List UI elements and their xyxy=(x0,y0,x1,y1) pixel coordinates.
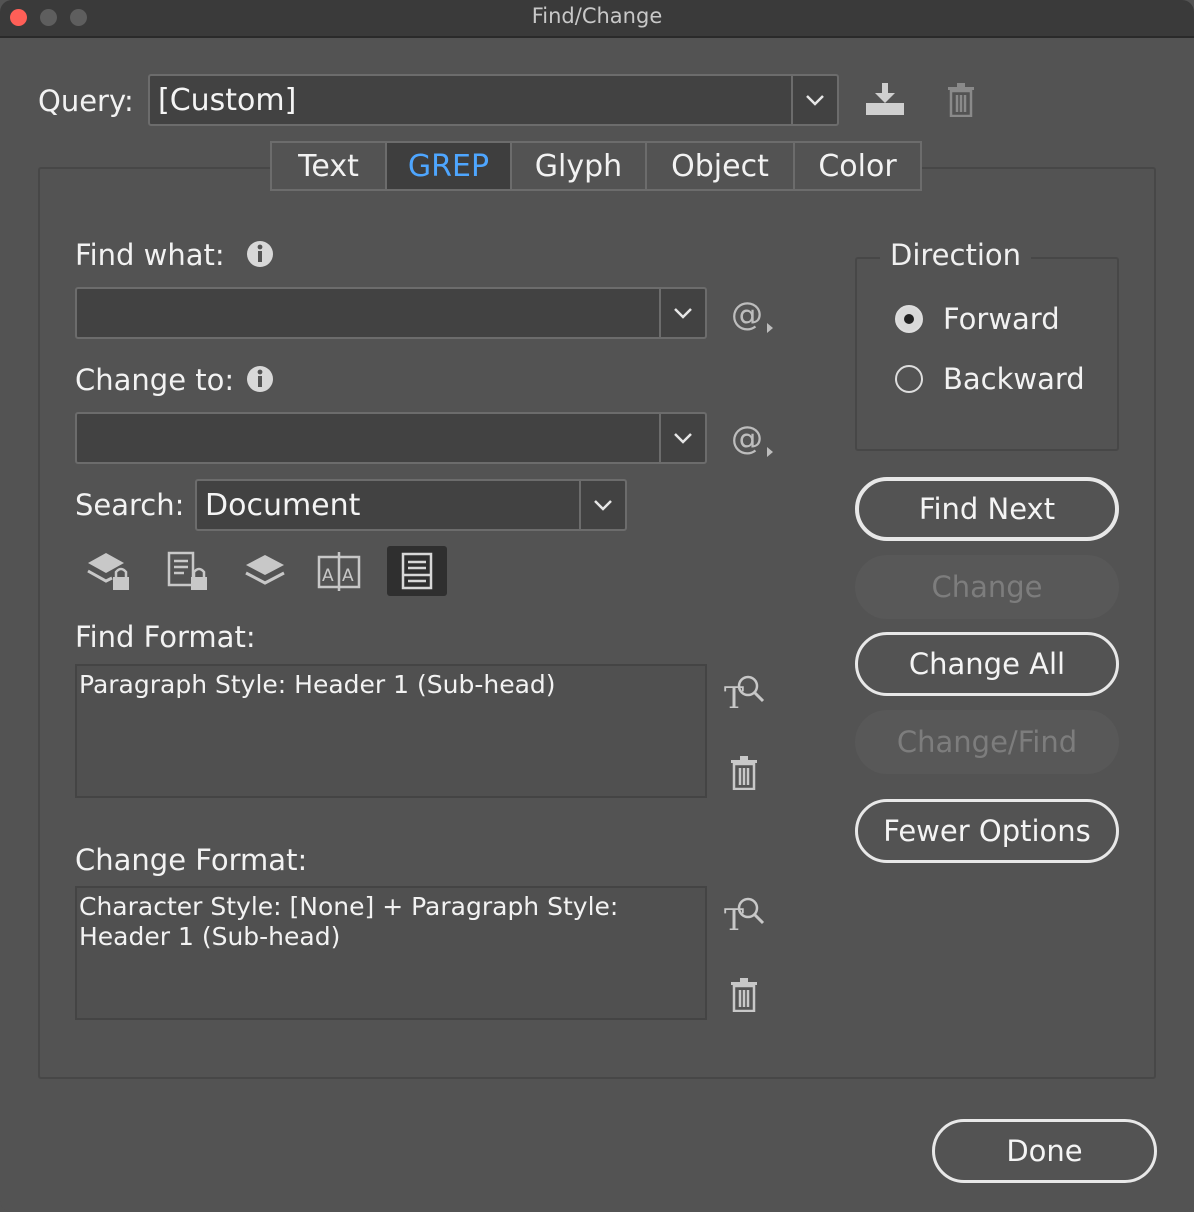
tab-glyph[interactable]: Glyph xyxy=(512,143,647,189)
find-what-label: Find what: xyxy=(75,238,225,272)
info-icon[interactable] xyxy=(244,238,276,270)
locked-stories-icon[interactable] xyxy=(162,547,212,595)
change-format-line-1: Character Style: [None] + Paragraph Styl… xyxy=(79,892,619,921)
forward-radio[interactable] xyxy=(895,305,923,333)
footnotes-icon[interactable] xyxy=(387,546,447,596)
forward-label[interactable]: Forward xyxy=(943,302,1060,336)
change-format-line-2: Header 1 (Sub-head) xyxy=(79,922,341,951)
backward-radio[interactable] xyxy=(895,365,923,393)
tab-grep[interactable]: GREP xyxy=(387,143,512,189)
master-pages-icon[interactable]: A A xyxy=(314,547,364,595)
hidden-layers-icon[interactable] xyxy=(240,547,290,595)
fewer-options-button[interactable]: Fewer Options xyxy=(855,799,1119,863)
done-button[interactable]: Done xyxy=(932,1119,1157,1183)
search-label: Search: xyxy=(75,488,185,522)
mode-tabs: Text GREP Glyph Object Color xyxy=(270,141,922,191)
query-value: [Custom] xyxy=(158,82,297,118)
tab-object[interactable]: Object xyxy=(647,143,795,189)
chevron-down-icon[interactable] xyxy=(659,289,705,337)
window-title: Find/Change xyxy=(531,4,663,28)
change-to-label: Change to: xyxy=(75,363,235,397)
search-value: Document xyxy=(205,487,361,523)
svg-text:A: A xyxy=(342,566,354,586)
locked-layers-icon[interactable] xyxy=(84,547,134,595)
info-icon[interactable] xyxy=(244,363,276,395)
find-next-button[interactable]: Find Next xyxy=(855,477,1119,541)
tab-color[interactable]: Color xyxy=(795,143,920,189)
save-query-icon[interactable] xyxy=(862,78,908,120)
query-select[interactable]: [Custom] xyxy=(148,74,839,126)
search-select[interactable]: Document xyxy=(195,479,627,531)
backward-label[interactable]: Backward xyxy=(943,362,1085,396)
delete-query-icon[interactable] xyxy=(944,80,978,120)
find-format-value: Paragraph Style: Header 1 (Sub-head) xyxy=(79,670,556,699)
specify-attributes-icon[interactable]: T xyxy=(722,892,766,936)
change-format-label: Change Format: xyxy=(75,843,308,877)
chevron-down-icon[interactable] xyxy=(791,76,837,124)
specify-attributes-icon[interactable]: T xyxy=(722,670,766,714)
change-find-button[interactable]: Change/Find xyxy=(855,710,1119,774)
find-what-field[interactable] xyxy=(75,287,707,339)
direction-legend: Direction xyxy=(880,238,1032,272)
direction-group xyxy=(855,257,1119,451)
clear-change-format-icon[interactable] xyxy=(727,976,761,1014)
svg-text:@: @ xyxy=(731,295,763,333)
svg-text:T: T xyxy=(724,903,744,936)
svg-text:A: A xyxy=(322,566,334,586)
chevron-down-icon[interactable] xyxy=(659,414,705,462)
title-bar: Find/Change xyxy=(0,0,1194,38)
find-format-label: Find Format: xyxy=(75,620,256,654)
query-label: Query: xyxy=(38,84,134,118)
special-characters-icon[interactable]: @ xyxy=(728,294,776,336)
clear-find-format-icon[interactable] xyxy=(727,754,761,792)
find-format-box[interactable]: Paragraph Style: Header 1 (Sub-head) xyxy=(75,664,707,798)
tab-text[interactable]: Text xyxy=(272,143,387,189)
svg-text:@: @ xyxy=(731,419,763,457)
find-change-dialog: Find/Change Query: [Custom] Text GREP Gl… xyxy=(0,0,1194,1212)
svg-text:T: T xyxy=(724,681,744,714)
special-characters-icon[interactable]: @ xyxy=(728,418,776,460)
change-button[interactable]: Change xyxy=(855,555,1119,619)
change-to-field[interactable] xyxy=(75,412,707,464)
change-format-box[interactable]: Character Style: [None] + Paragraph Styl… xyxy=(75,886,707,1020)
change-all-button[interactable]: Change All xyxy=(855,632,1119,696)
chevron-down-icon[interactable] xyxy=(579,481,625,529)
